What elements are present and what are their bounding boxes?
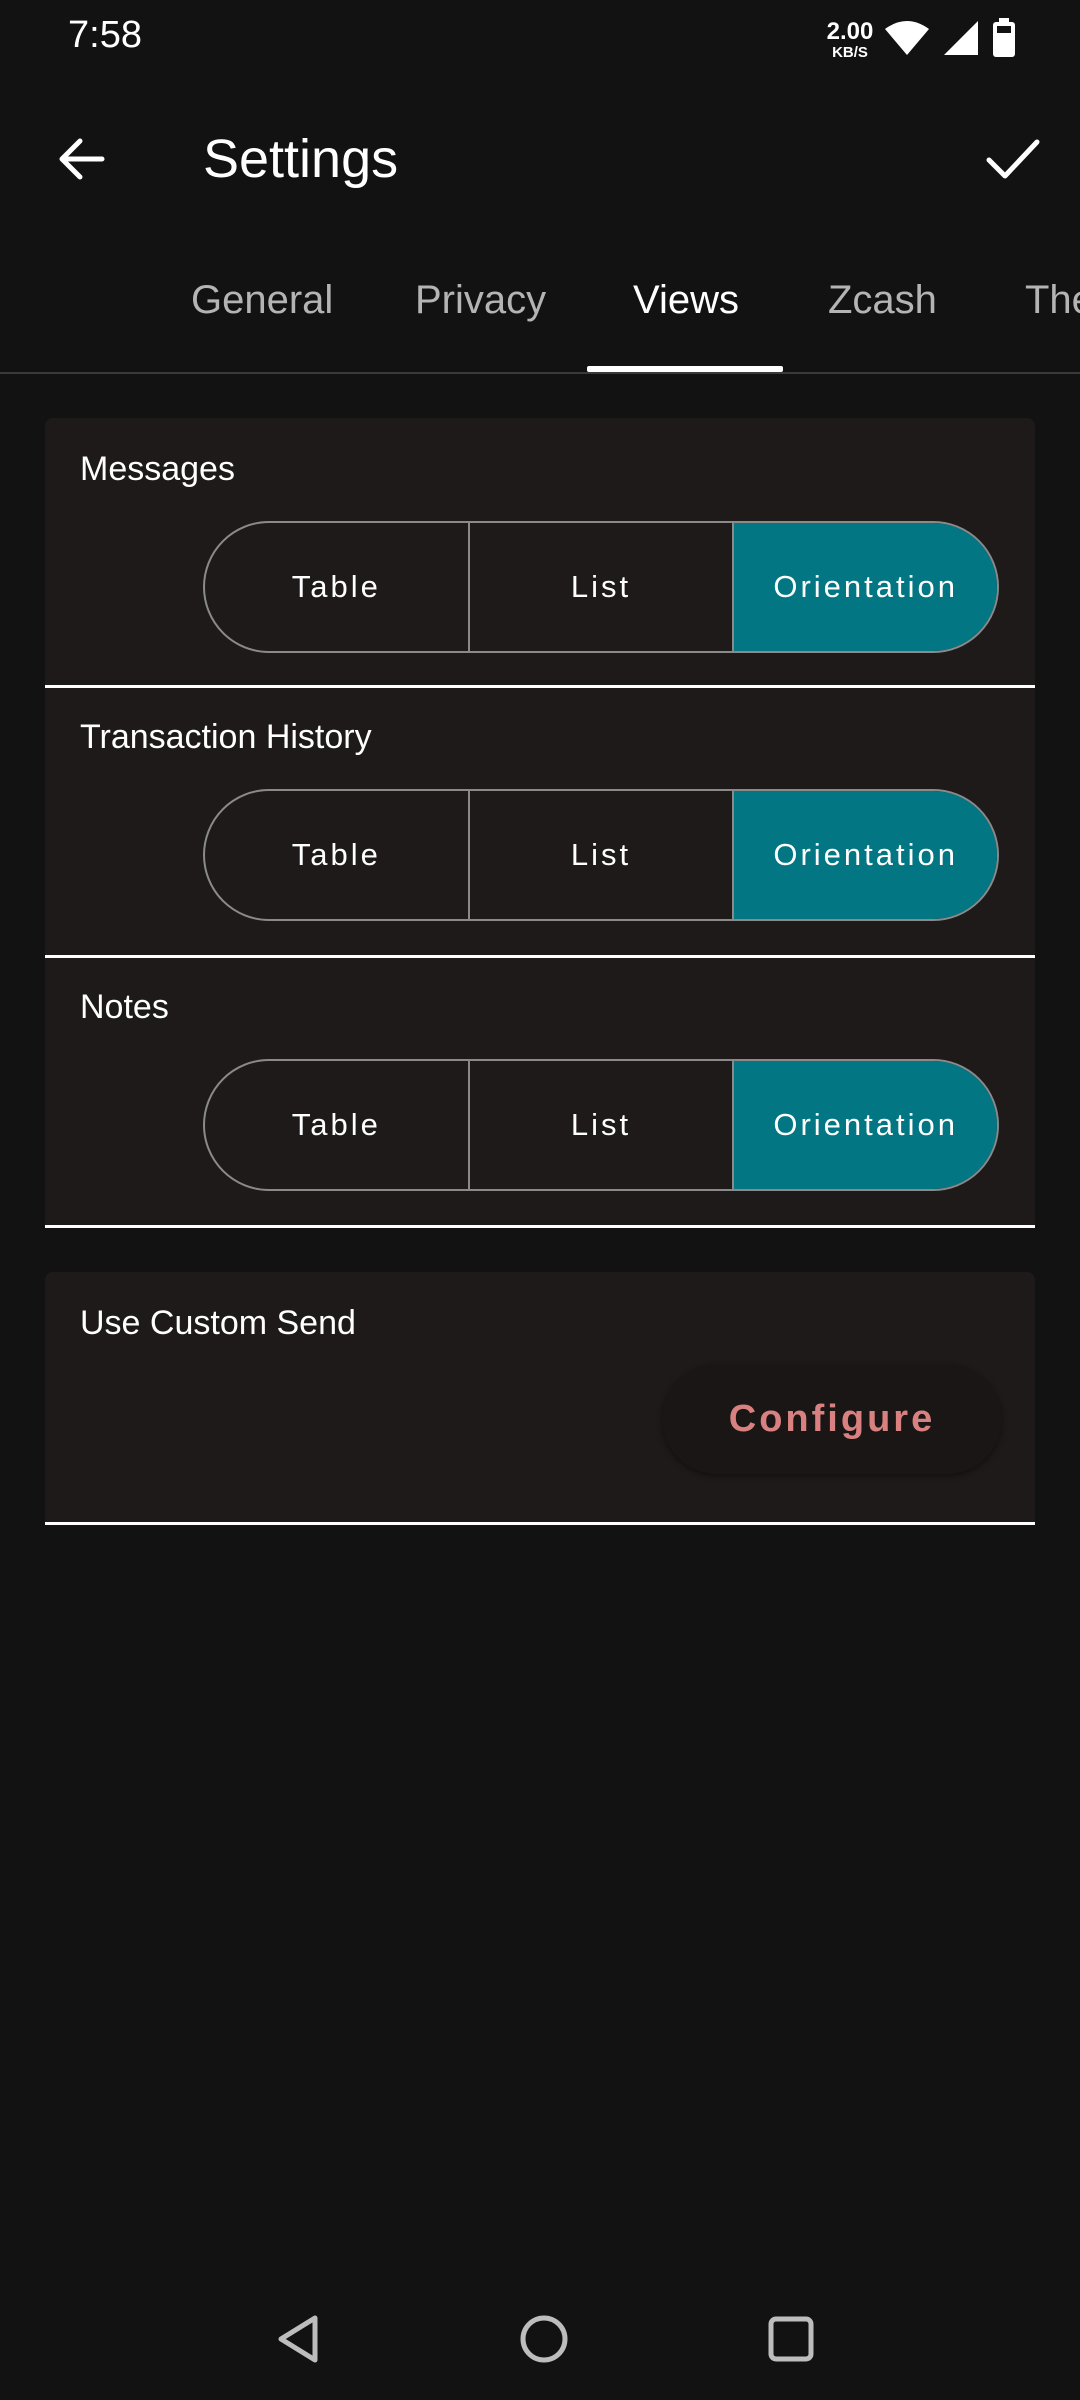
messages-view-selector: Table List Orientation — [203, 521, 999, 653]
option-table[interactable]: Table — [205, 1061, 470, 1189]
option-list[interactable]: List — [470, 523, 735, 651]
views-card: Messages Table List Orientation Transact… — [45, 418, 1035, 1228]
back-triangle-icon — [273, 2313, 323, 2370]
messages-setting: Messages Table List Orientation — [45, 418, 1035, 688]
tab-zcash[interactable]: Zcash — [828, 278, 937, 323]
notes-view-selector: Table List Orientation — [203, 1059, 999, 1191]
arrow-back-icon — [56, 137, 106, 186]
navigation-bar — [0, 2280, 1080, 2400]
back-button[interactable] — [46, 126, 116, 196]
option-orientation[interactable]: Orientation — [734, 791, 997, 919]
tab-views[interactable]: Views — [633, 278, 739, 323]
home-circle-icon — [518, 2313, 570, 2370]
section-title: Notes — [80, 988, 169, 1026]
status-icons — [884, 17, 1016, 63]
custom-send-title: Use Custom Send — [80, 1304, 356, 1342]
tab-privacy[interactable]: Privacy — [415, 278, 546, 323]
option-table[interactable]: Table — [205, 791, 470, 919]
network-speed: 2.00 KB/S — [822, 18, 878, 61]
nav-home-button[interactable] — [509, 2306, 579, 2376]
tab-themes[interactable]: The — [1025, 278, 1080, 323]
tab-indicator — [587, 366, 783, 372]
settings-tabs: General Privacy Views Zcash The — [0, 250, 1080, 374]
nav-back-button[interactable] — [263, 2306, 333, 2376]
status-time: 7:58 — [68, 14, 142, 56]
nav-recents-button[interactable] — [756, 2306, 826, 2376]
recents-square-icon — [767, 2315, 815, 2368]
app-bar: Settings — [0, 100, 1080, 220]
option-table[interactable]: Table — [205, 523, 470, 651]
custom-send-setting: Use Custom Send Configure — [45, 1272, 1035, 1525]
notes-setting: Notes Table List Orientation — [45, 958, 1035, 1228]
network-speed-value: 2.00 — [826, 18, 874, 45]
page-title: Settings — [203, 129, 399, 189]
option-orientation[interactable]: Orientation — [734, 523, 997, 651]
save-button[interactable] — [978, 126, 1048, 196]
transaction-history-setting: Transaction History Table List Orientati… — [45, 688, 1035, 958]
configure-button[interactable]: Configure — [662, 1364, 1002, 1474]
option-list[interactable]: List — [470, 791, 735, 919]
cellular-signal-icon — [942, 19, 980, 62]
wifi-icon — [884, 19, 930, 62]
custom-send-card: Use Custom Send Configure — [45, 1272, 1035, 1525]
check-icon — [986, 138, 1040, 185]
battery-icon — [992, 17, 1016, 63]
option-list[interactable]: List — [470, 1061, 735, 1189]
section-title: Messages — [80, 450, 235, 488]
status-bar: 7:58 2.00 KB/S — [0, 0, 1080, 80]
option-orientation[interactable]: Orientation — [734, 1061, 997, 1189]
transaction-history-view-selector: Table List Orientation — [203, 789, 999, 921]
section-title: Transaction History — [80, 718, 372, 756]
network-speed-unit: KB/S — [832, 44, 868, 61]
tab-general[interactable]: General — [191, 278, 333, 323]
